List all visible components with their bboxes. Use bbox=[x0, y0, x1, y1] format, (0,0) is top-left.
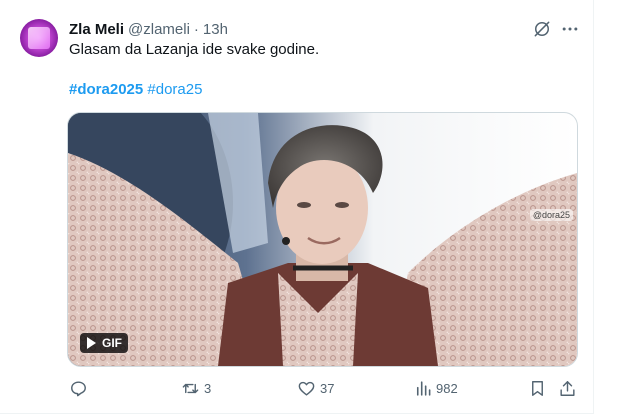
reply-button[interactable] bbox=[69, 378, 92, 398]
separator-dot: · bbox=[193, 20, 199, 38]
heart-icon bbox=[298, 381, 315, 396]
timestamp[interactable]: 13h bbox=[203, 21, 228, 38]
bookmark-icon bbox=[532, 380, 543, 396]
views-icon bbox=[416, 380, 431, 396]
share-button[interactable] bbox=[558, 378, 577, 398]
hashtags: #dora2025 #dora25 bbox=[69, 80, 202, 100]
gif-badge: GIF bbox=[80, 333, 128, 353]
gif-label: GIF bbox=[102, 336, 122, 350]
tweet-text: Glasam da Lazanja ide svake godine. bbox=[69, 41, 320, 58]
tweet-card[interactable]: Zla Meli @zlameli · 13h Glasam da Lazanj… bbox=[0, 0, 594, 414]
tweet-header: Zla Meli @zlameli · 13h bbox=[69, 19, 228, 39]
grok-icon[interactable] bbox=[532, 19, 552, 39]
play-icon[interactable] bbox=[87, 337, 96, 349]
avatar-image bbox=[28, 27, 50, 49]
repost-button[interactable]: 3 bbox=[181, 378, 211, 398]
page-background bbox=[594, 0, 622, 416]
views-button[interactable]: 982 bbox=[413, 378, 458, 398]
like-count: 37 bbox=[320, 380, 335, 396]
share-icon bbox=[560, 380, 575, 396]
hashtag-link[interactable]: #dora2025 bbox=[69, 81, 143, 98]
views-count: 982 bbox=[436, 380, 458, 396]
bookmark-button[interactable] bbox=[528, 378, 547, 398]
more-icon[interactable] bbox=[560, 19, 580, 39]
reply-icon bbox=[71, 380, 86, 396]
hashtag-link[interactable]: #dora25 bbox=[147, 81, 202, 98]
like-button[interactable]: 37 bbox=[297, 378, 334, 398]
gif-frame bbox=[68, 113, 577, 366]
gif-media[interactable]: @dora25 GIF bbox=[67, 112, 578, 367]
author-name[interactable]: Zla Meli bbox=[69, 21, 124, 38]
repost-count: 3 bbox=[204, 380, 212, 396]
author-handle[interactable]: @zlameli bbox=[128, 21, 190, 38]
avatar[interactable] bbox=[20, 19, 58, 57]
watermark: @dora25 bbox=[529, 209, 573, 221]
repost-icon bbox=[182, 383, 199, 393]
